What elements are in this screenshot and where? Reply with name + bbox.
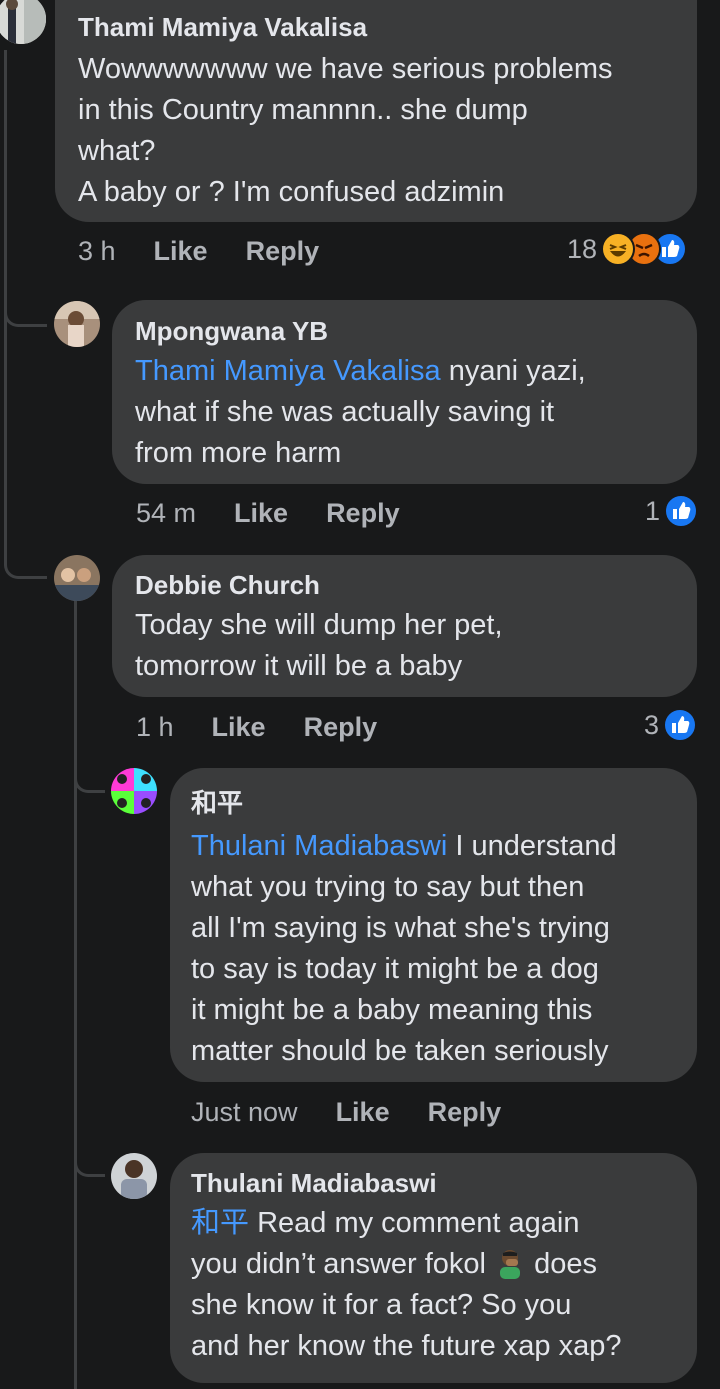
avatar[interactable]: [54, 555, 100, 601]
comment-author[interactable]: 和平: [191, 788, 679, 818]
comment-text: Thami Mamiya Vakalisa nyani yazi, what i…: [135, 355, 586, 469]
like-button[interactable]: Like: [154, 236, 208, 267]
avatar-photo: [0, 0, 46, 44]
reaction-count: 3: [644, 709, 660, 740]
comment-time[interactable]: 1 h: [136, 712, 174, 743]
comment-time[interactable]: 3 h: [78, 236, 116, 267]
thread-connector: [4, 320, 47, 579]
avatar[interactable]: [54, 301, 100, 347]
comment-author[interactable]: Thulani Madiabaswi: [191, 1168, 679, 1198]
thread-connector: [74, 740, 105, 793]
like-icon: [663, 708, 698, 742]
like-button[interactable]: Like: [336, 1097, 390, 1128]
comment-text: Thulani Madiabaswi I understand what you…: [191, 830, 617, 1067]
reaction-summary[interactable]: 18: [567, 232, 688, 266]
avatar[interactable]: [111, 1153, 157, 1199]
reply-button[interactable]: Reply: [246, 236, 320, 267]
reaction-summary[interactable]: 3: [644, 708, 698, 742]
avatar-photo: [111, 1153, 157, 1199]
thread-connector: [74, 790, 105, 1177]
comment-meta: 54 m Like Reply: [136, 498, 438, 529]
comment-meta: 3 h Like Reply: [78, 236, 357, 267]
avatar-photo: [54, 301, 100, 347]
mention-link[interactable]: Thulani Madiabaswi: [191, 830, 447, 862]
comment-bubble[interactable]: Thulani Madiabaswi 和平 Read my comment ag…: [170, 1153, 697, 1383]
avatar-photo: [111, 768, 157, 814]
reply-button[interactable]: Reply: [326, 498, 400, 529]
avatar[interactable]: [0, 0, 46, 44]
like-icon: [664, 494, 699, 528]
reply-button[interactable]: Reply: [428, 1097, 502, 1128]
comment-bubble[interactable]: Mpongwana YB Thami Mamiya Vakalisa nyani…: [112, 300, 697, 484]
comment-time[interactable]: 54 m: [136, 498, 196, 529]
comment-author[interactable]: Debbie Church: [135, 570, 675, 600]
comment-time[interactable]: Just now: [191, 1097, 298, 1128]
comment-meta: Just now Like Reply: [191, 1097, 539, 1128]
comment-meta: 1 h Like Reply: [136, 712, 415, 743]
like-button[interactable]: Like: [212, 712, 266, 743]
mention-link[interactable]: Thami Mamiya Vakalisa: [135, 355, 441, 387]
comment-bubble[interactable]: 和平 Thulani Madiabaswi I understand what …: [170, 768, 697, 1082]
comment-text: 和平 Read my comment again you didn’t answ…: [191, 1207, 622, 1362]
comment-bubble[interactable]: Debbie Church Today she will dump her pe…: [112, 555, 697, 697]
like-button[interactable]: Like: [234, 498, 288, 529]
reply-button[interactable]: Reply: [304, 712, 378, 743]
avatar[interactable]: [111, 768, 157, 814]
comment-text: Wowwwwwww we have serious problems in th…: [78, 53, 613, 208]
facepalm-icon: [500, 1250, 521, 1279]
reaction-summary[interactable]: 1: [645, 494, 699, 528]
comment-author[interactable]: Thami Mamiya Vakalisa: [78, 12, 673, 42]
comment-bubble[interactable]: Thami Mamiya Vakalisa Wowwwwwww we have …: [55, 0, 697, 222]
mention-link[interactable]: 和平: [191, 1207, 249, 1239]
comment-author[interactable]: Mpongwana YB: [135, 316, 675, 346]
reaction-count: 1: [645, 495, 661, 526]
avatar-photo: [54, 555, 100, 601]
haha-icon: [601, 232, 636, 266]
comment-text: Today she will dump her pet, tomorrow it…: [135, 609, 503, 682]
reaction-count: 18: [567, 233, 598, 264]
